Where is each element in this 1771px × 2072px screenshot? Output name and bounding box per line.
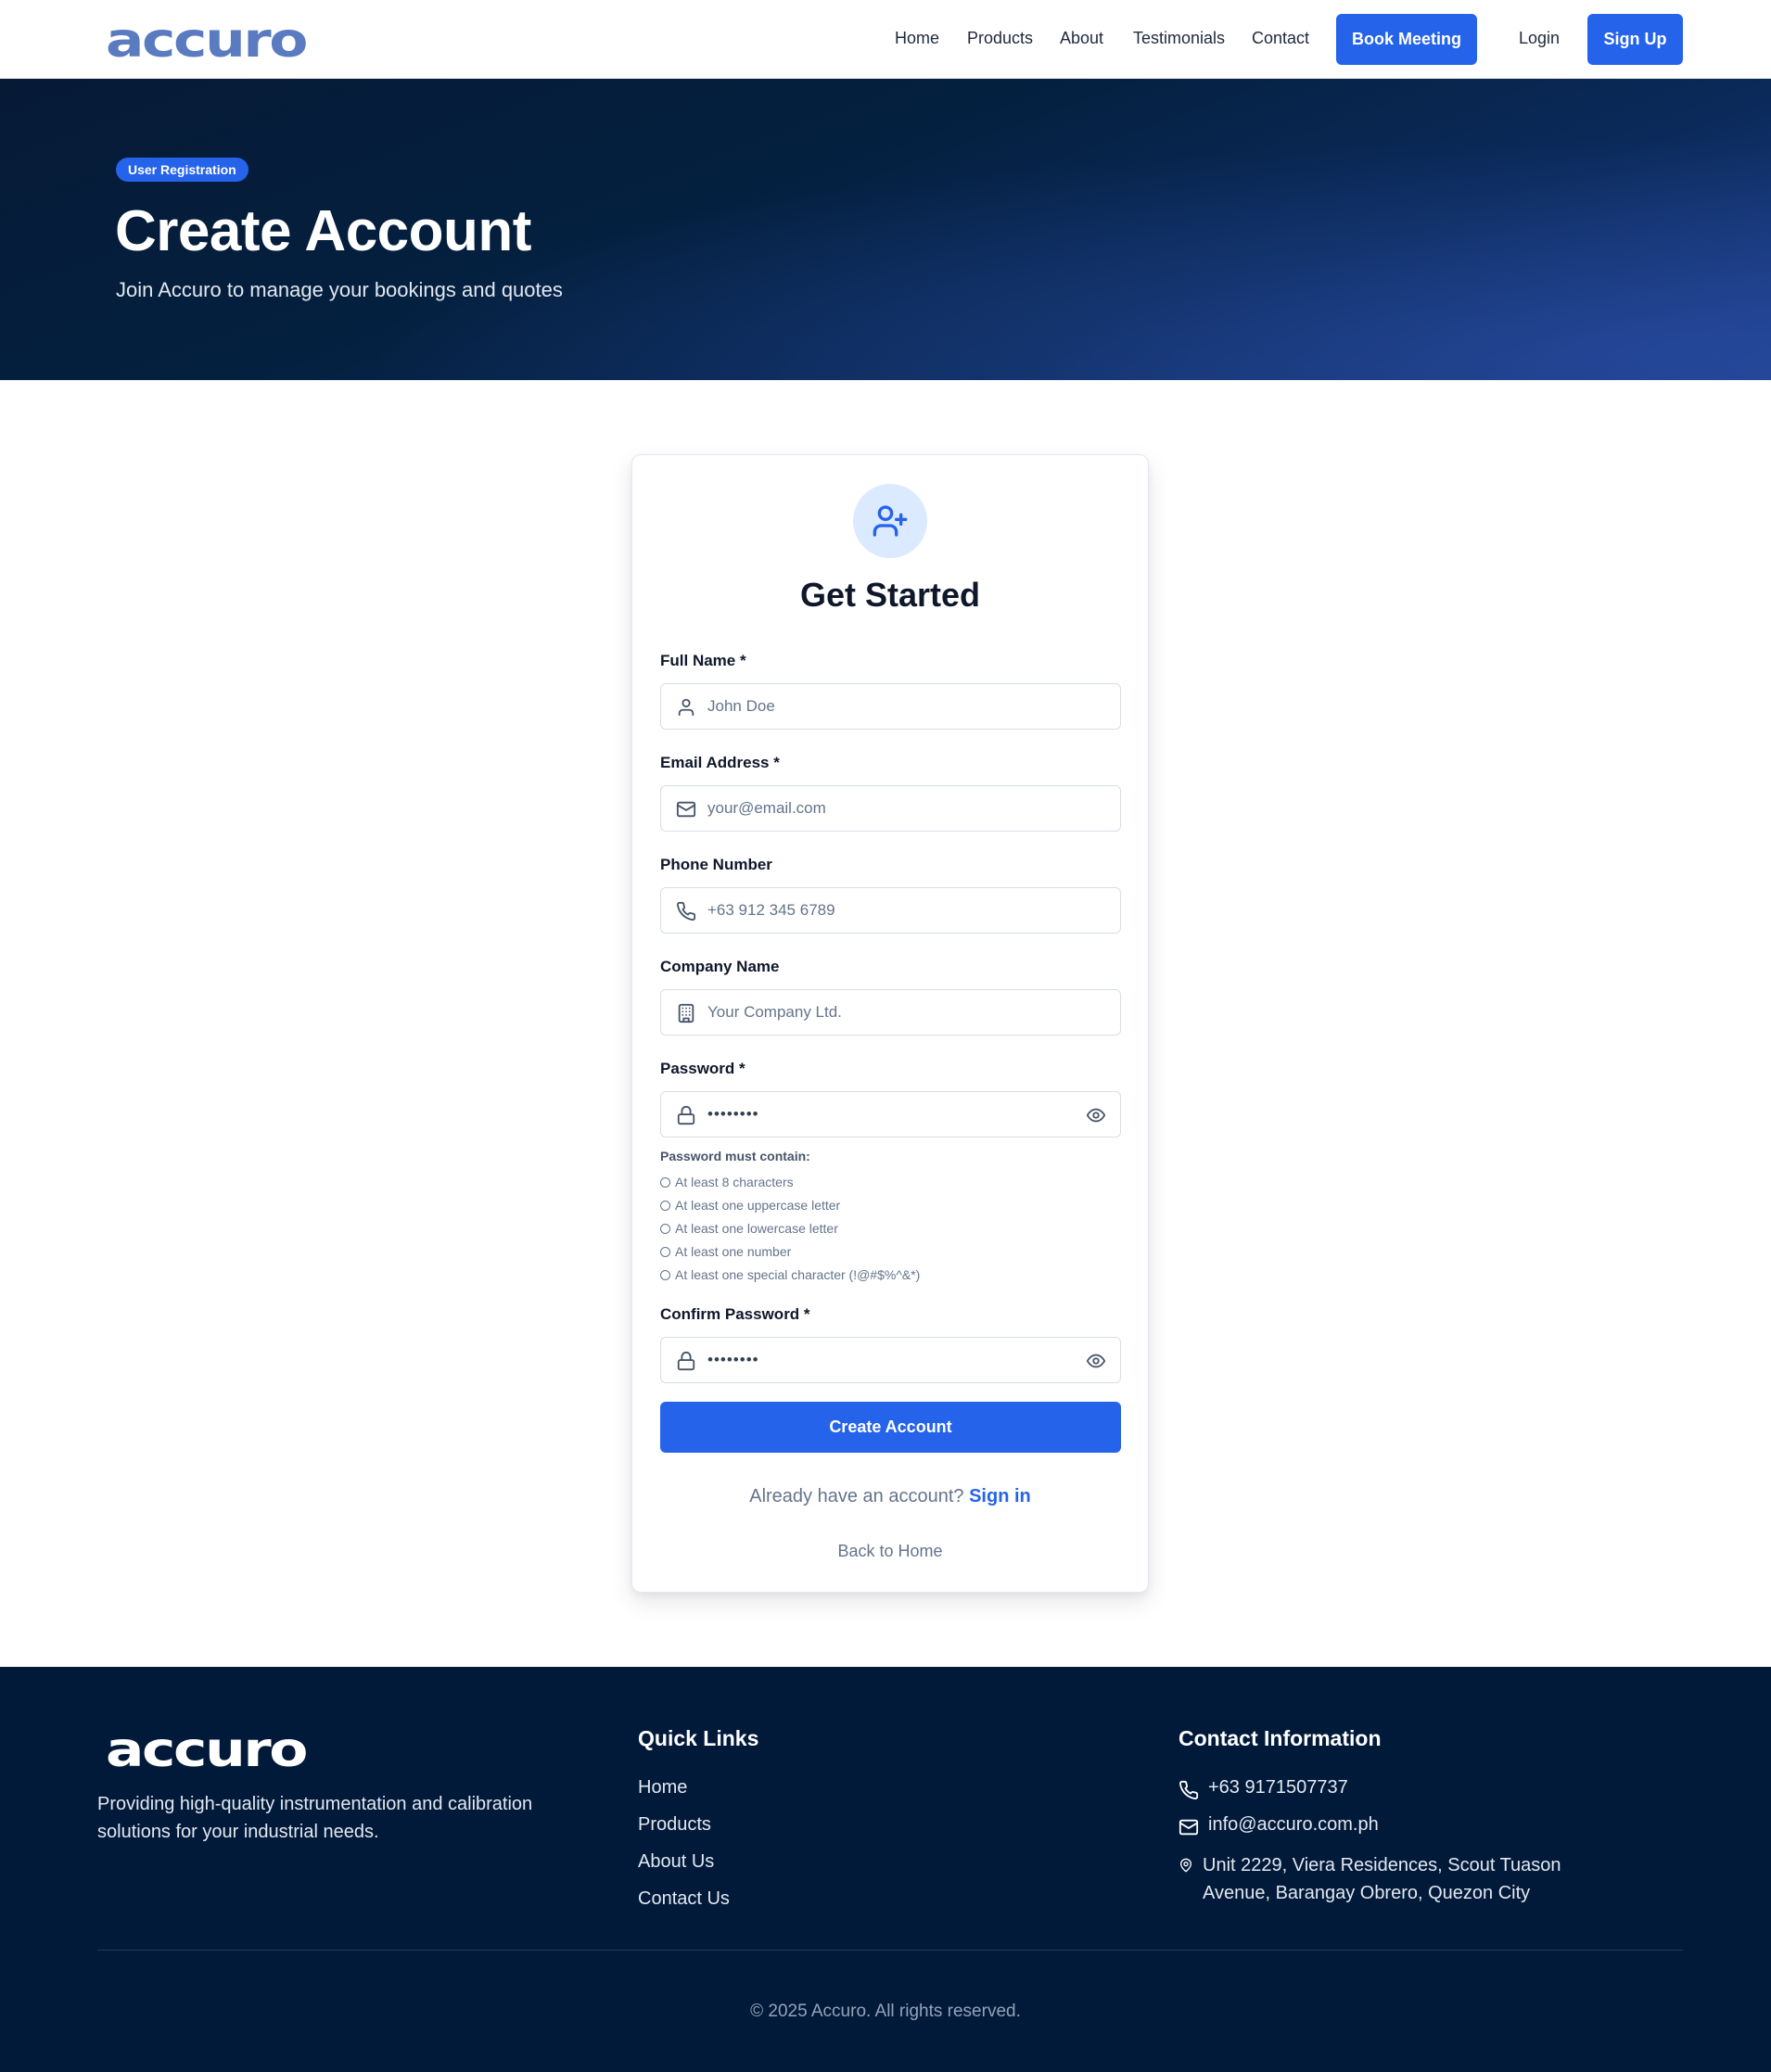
requirement-item: At least 8 characters bbox=[660, 1171, 1121, 1194]
requirement-text: At least one special character (!@#$%^&*… bbox=[675, 1267, 921, 1282]
confirm-password-value: •••••••• bbox=[707, 1351, 759, 1368]
quick-links-heading: Quick Links bbox=[638, 1726, 759, 1750]
back-to-home-link[interactable]: Back to Home bbox=[632, 1542, 1148, 1561]
nav-link-testimonials[interactable]: Testimonials bbox=[1133, 29, 1225, 48]
login-link[interactable]: Login bbox=[1519, 29, 1560, 48]
password-requirements: Password must contain: At least 8 charac… bbox=[660, 1148, 1121, 1287]
create-account-button[interactable]: Create Account bbox=[660, 1402, 1121, 1453]
signin-prompt-text: Already have an account? bbox=[749, 1486, 964, 1506]
company-placeholder: Your Company Ltd. bbox=[707, 1003, 842, 1021]
circle-icon bbox=[660, 1177, 670, 1188]
page-subtitle: Join Accuro to manage your bookings and … bbox=[116, 278, 563, 301]
footer-link-about[interactable]: About Us bbox=[638, 1851, 714, 1873]
password-label: Password * bbox=[660, 1060, 745, 1077]
circle-icon bbox=[660, 1270, 670, 1280]
top-navbar: accuro Home Products About Testimonials … bbox=[0, 0, 1771, 79]
eye-icon[interactable] bbox=[1085, 1105, 1107, 1125]
requirement-item: At least one lowercase letter bbox=[660, 1217, 1121, 1240]
form-title: Get Started bbox=[799, 576, 981, 614]
password-value: •••••••• bbox=[707, 1105, 759, 1123]
password-input[interactable]: •••••••• bbox=[660, 1091, 1121, 1138]
signin-prompt: Already have an account? Sign in bbox=[632, 1486, 1148, 1507]
footer-address: Unit 2229, Viera Residences, Scout Tuaso… bbox=[1179, 1851, 1624, 1907]
contact-heading: Contact Information bbox=[1179, 1726, 1382, 1750]
circle-icon bbox=[660, 1247, 670, 1257]
requirement-text: At least one number bbox=[675, 1244, 792, 1259]
registration-card: Get Started Full Name * John Doe Email A… bbox=[631, 454, 1149, 1593]
site-footer: accuro Providing high-quality instrument… bbox=[0, 1667, 1771, 2072]
requirement-text: At least one uppercase letter bbox=[675, 1198, 841, 1213]
footer-phone[interactable]: +63 9171507737 bbox=[1179, 1777, 1348, 1800]
signin-link[interactable]: Sign in bbox=[969, 1486, 1031, 1506]
full-name-input[interactable]: John Doe bbox=[660, 683, 1121, 730]
footer-link-products[interactable]: Products bbox=[638, 1814, 711, 1836]
requirement-item: At least one special character (!@#$%^&*… bbox=[660, 1264, 1121, 1287]
book-meeting-button[interactable]: Book Meeting bbox=[1336, 14, 1477, 65]
map-pin-icon bbox=[1180, 1858, 1191, 1873]
building-icon bbox=[678, 1003, 694, 1023]
company-label: Company Name bbox=[660, 958, 780, 975]
nav-link-contact[interactable]: Contact bbox=[1252, 29, 1309, 48]
requirement-text: At least 8 characters bbox=[675, 1175, 794, 1189]
brand-logo[interactable]: accuro bbox=[106, 17, 308, 65]
footer-phone-text: +63 9171507737 bbox=[1208, 1777, 1348, 1798]
footer-email-text: info@accuro.com.ph bbox=[1208, 1814, 1379, 1835]
avatar-badge bbox=[853, 484, 927, 558]
footer-divider bbox=[97, 1950, 1683, 1951]
eye-icon[interactable] bbox=[1085, 1351, 1107, 1371]
lock-icon bbox=[677, 1105, 695, 1125]
email-placeholder: your@email.com bbox=[707, 799, 826, 817]
user-plus-icon bbox=[873, 505, 908, 537]
mail-icon bbox=[676, 801, 696, 818]
circle-icon bbox=[660, 1201, 670, 1211]
user-icon bbox=[678, 698, 694, 717]
hero-badge: User Registration bbox=[116, 158, 248, 182]
phone-icon bbox=[1179, 1780, 1199, 1800]
copyright: © 2025 Accuro. All rights reserved. bbox=[750, 2002, 1021, 2021]
phone-icon bbox=[677, 901, 696, 922]
company-input[interactable]: Your Company Ltd. bbox=[660, 989, 1121, 1036]
nav-link-products[interactable]: Products bbox=[967, 29, 1033, 48]
email-input[interactable]: your@email.com bbox=[660, 785, 1121, 832]
footer-link-contact[interactable]: Contact Us bbox=[638, 1888, 730, 1910]
nav-link-home[interactable]: Home bbox=[895, 29, 939, 48]
phone-placeholder: +63 912 345 6789 bbox=[707, 901, 835, 919]
footer-email[interactable]: info@accuro.com.ph bbox=[1179, 1814, 1379, 1837]
phone-label: Phone Number bbox=[660, 856, 772, 873]
phone-input[interactable]: +63 912 345 6789 bbox=[660, 887, 1121, 934]
confirm-password-label: Confirm Password * bbox=[660, 1305, 810, 1323]
signup-button[interactable]: Sign Up bbox=[1587, 14, 1683, 65]
footer-logo[interactable]: accuro bbox=[106, 1726, 308, 1774]
requirement-text: At least one lowercase letter bbox=[675, 1221, 838, 1236]
password-requirements-title: Password must contain: bbox=[660, 1149, 810, 1163]
nav-link-about[interactable]: About bbox=[1060, 29, 1103, 48]
footer-description: Providing high-quality instrumentation a… bbox=[97, 1794, 533, 1842]
requirement-item: At least one number bbox=[660, 1240, 1121, 1264]
full-name-label: Full Name * bbox=[660, 652, 746, 669]
mail-icon bbox=[1179, 1819, 1199, 1836]
footer-address-text: Unit 2229, Viera Residences, Scout Tuaso… bbox=[1203, 1855, 1561, 1903]
confirm-password-input[interactable]: •••••••• bbox=[660, 1337, 1121, 1383]
full-name-placeholder: John Doe bbox=[707, 697, 775, 715]
circle-icon bbox=[660, 1224, 670, 1234]
requirement-item: At least one uppercase letter bbox=[660, 1194, 1121, 1217]
email-label: Email Address * bbox=[660, 754, 780, 771]
footer-link-home[interactable]: Home bbox=[638, 1777, 687, 1799]
lock-icon bbox=[677, 1351, 695, 1371]
page-title: Create Account bbox=[115, 199, 531, 263]
